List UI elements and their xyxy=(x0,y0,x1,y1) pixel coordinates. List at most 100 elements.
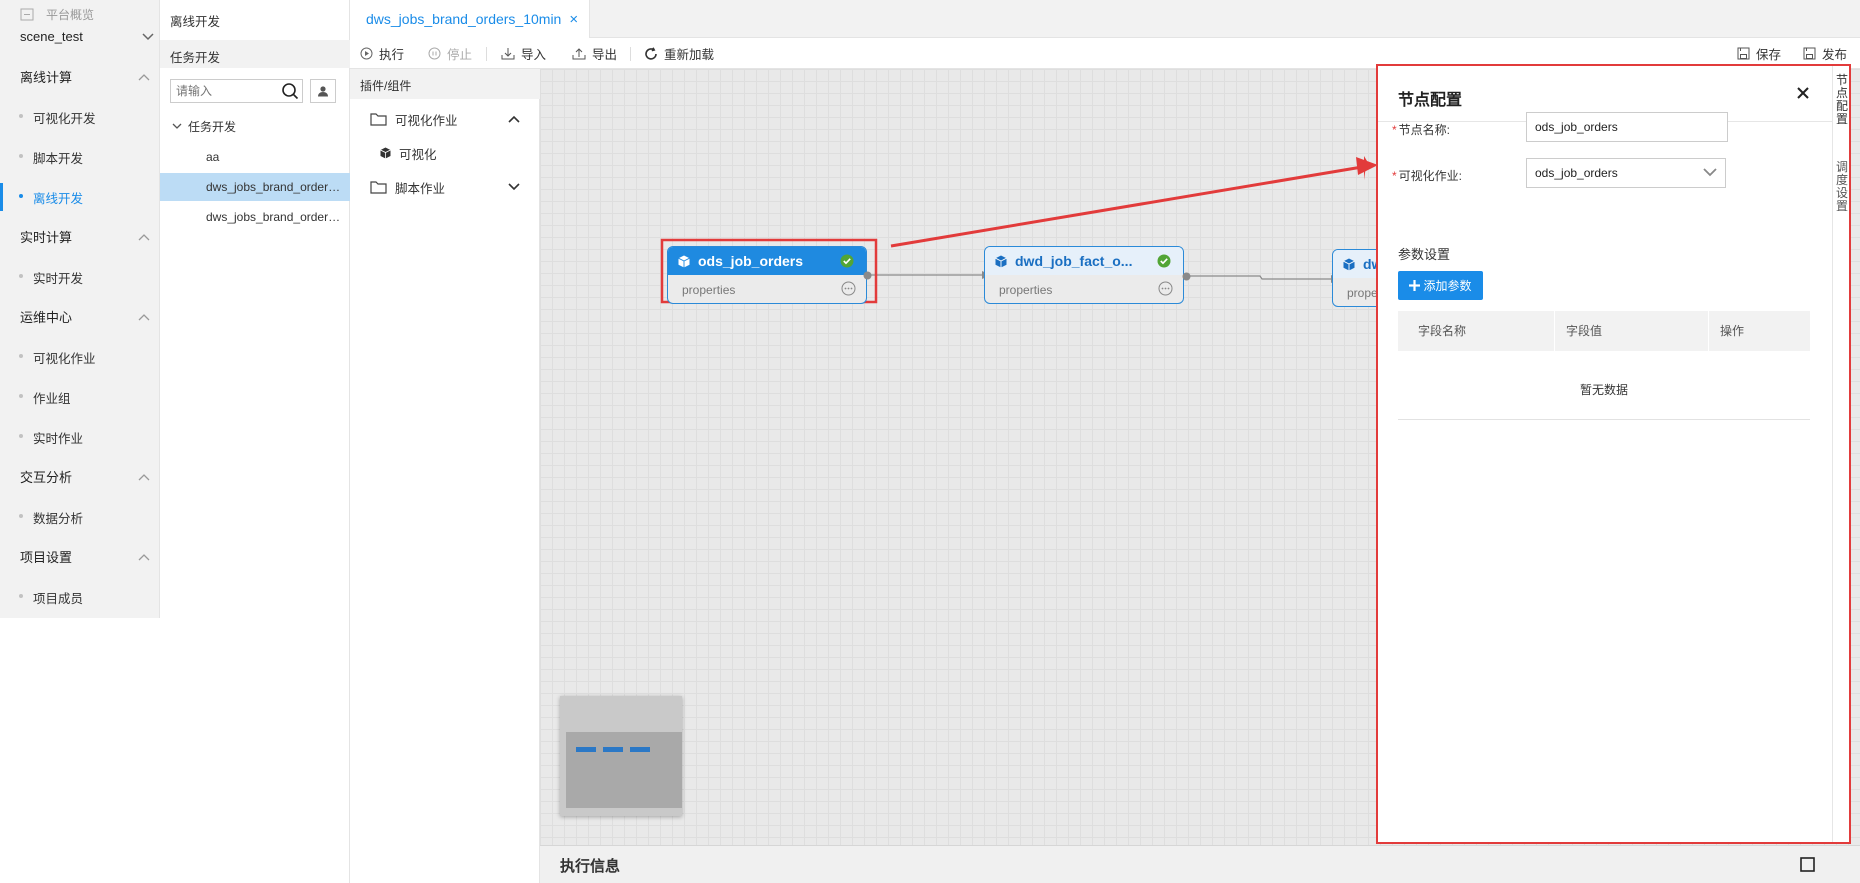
tab-label: dws_jobs_brand_orders_10min xyxy=(366,11,562,27)
left-navigation: 平台概览 scene_test 离线计算 可视化开发 脚本开发 离线开发 实时计… xyxy=(0,0,160,618)
table-bottom-border xyxy=(1398,419,1810,420)
reload-button[interactable]: 重新加载 xyxy=(644,38,714,69)
tree-root-folder[interactable]: 任务开发 xyxy=(160,113,350,141)
execution-info-title: 执行信息 xyxy=(560,858,621,875)
side-tab-schedule[interactable]: 调度设置 xyxy=(1836,161,1850,213)
nav-item-script-dev[interactable]: 脚本开发 xyxy=(19,148,153,167)
platform-overview-link[interactable]: 平台概览 xyxy=(20,6,94,23)
nav-group-ops[interactable]: 运维中心 xyxy=(20,307,150,326)
more-icon[interactable] xyxy=(1158,281,1173,296)
folder-visual-jobs[interactable]: 可视化作业 xyxy=(370,109,530,129)
chevron-down-icon xyxy=(1703,167,1717,177)
export-label: 导出 xyxy=(592,48,618,62)
nav-group-settings[interactable]: 项目设置 xyxy=(20,547,150,566)
node-name-label: * 节点名称: xyxy=(1392,123,1451,137)
user-filter-button[interactable] xyxy=(310,79,336,103)
nav-item-members[interactable]: 项目成员 xyxy=(19,588,153,607)
node-config-panel: 节点配置 *节点名称: *可视化作业: ods_job_orders 参数设置 … xyxy=(1376,64,1851,844)
add-param-button[interactable]: 添加参数 xyxy=(1398,271,1483,300)
maximize-icon[interactable] xyxy=(1800,857,1815,872)
nav-group-label: 交互分析 xyxy=(20,470,73,485)
plus-icon xyxy=(1409,280,1421,291)
nav-group-label: 项目设置 xyxy=(20,550,73,565)
chevron-up-icon xyxy=(138,313,150,321)
nav-group-analysis[interactable]: 交互分析 xyxy=(20,467,150,486)
minimap-node xyxy=(630,747,650,752)
folder-icon xyxy=(370,180,387,194)
editor-tab-bar: dws_jobs_brand_orders_10min × xyxy=(350,0,1860,38)
port-out[interactable] xyxy=(1182,272,1191,281)
active-indicator xyxy=(0,183,3,211)
nav-item-offline-dev[interactable]: 离线开发 xyxy=(19,188,153,207)
cube-icon xyxy=(380,147,391,159)
overview-icon xyxy=(20,8,34,21)
search-icon[interactable] xyxy=(281,82,299,100)
project-selector[interactable]: scene_test xyxy=(20,29,154,44)
minimap[interactable] xyxy=(560,696,682,816)
folder-script-jobs[interactable]: 脚本作业 xyxy=(370,177,530,197)
params-table-header: 字段名称 字段值 操作 xyxy=(1398,311,1810,351)
tree-item-selected[interactable]: dws_jobs_brand_orders_10min xyxy=(160,173,350,201)
node-name-input[interactable] xyxy=(1526,112,1728,142)
search-field xyxy=(170,79,303,103)
visual-job-select[interactable]: ods_job_orders xyxy=(1526,158,1726,188)
chevron-down-icon xyxy=(142,32,154,41)
column-header: 字段名称 xyxy=(1418,324,1467,338)
folder-label: 可视化作业 xyxy=(395,113,458,128)
tab-close-icon[interactable]: × xyxy=(569,11,578,28)
run-button[interactable]: 执行 xyxy=(360,38,404,69)
publish-label: 发布 xyxy=(1822,48,1848,62)
download-icon xyxy=(501,47,515,60)
column-header: 字段值 xyxy=(1566,324,1603,338)
panel-title: 离线开发 xyxy=(170,15,221,29)
node-subtitle: prope xyxy=(1347,286,1378,300)
publish-icon xyxy=(1803,47,1816,60)
nav-group-offline[interactable]: 离线计算 xyxy=(20,67,150,86)
close-icon[interactable] xyxy=(1796,86,1810,100)
export-button[interactable]: 导出 xyxy=(572,38,617,69)
pause-icon xyxy=(428,47,441,60)
node-dwd-job-fact[interactable]: dwd_job_fact_o... properties xyxy=(984,246,1184,304)
toolbar-divider xyxy=(630,47,631,61)
tree-item[interactable]: aa xyxy=(160,143,350,171)
port-out[interactable] xyxy=(863,271,872,280)
overview-label: 平台概览 xyxy=(46,8,95,22)
side-tab-node-config[interactable]: 节点配置 xyxy=(1836,74,1850,126)
nav-group-label: 实时计算 xyxy=(20,230,73,245)
nav-item-job-groups[interactable]: 作业组 xyxy=(19,388,153,407)
params-section-title: 参数设置 xyxy=(1398,247,1451,262)
nav-item-visual-jobs[interactable]: 可视化作业 xyxy=(19,348,153,367)
minimap-node xyxy=(576,747,596,752)
add-param-label: 添加参数 xyxy=(1423,279,1472,293)
execution-info-bar: 执行信息 xyxy=(540,845,1860,883)
reload-label: 重新加载 xyxy=(664,48,715,62)
tree-item[interactable]: dws_jobs_brand_orders_1hour xyxy=(160,203,350,231)
nav-item-visual-dev[interactable]: 可视化开发 xyxy=(19,108,153,127)
nav-item-realtime-jobs[interactable]: 实时作业 xyxy=(19,428,153,447)
chevron-down-icon xyxy=(172,123,182,130)
nav-group-realtime[interactable]: 实时计算 xyxy=(20,227,150,246)
tree-section-header: 任务开发 xyxy=(160,40,363,68)
import-button[interactable]: 导入 xyxy=(501,38,546,69)
import-label: 导入 xyxy=(521,48,547,62)
nav-item-data-analysis[interactable]: 数据分析 xyxy=(19,508,153,527)
node-ods-job-orders[interactable]: ods_job_orders properties xyxy=(667,246,867,304)
cube-icon xyxy=(678,255,690,268)
run-label: 执行 xyxy=(379,48,405,62)
tab-dws-jobs[interactable]: dws_jobs_brand_orders_10min × xyxy=(350,0,590,38)
component-label: 可视化 xyxy=(399,147,437,162)
search-input[interactable] xyxy=(171,80,271,102)
nav-item-realtime-dev[interactable]: 实时开发 xyxy=(19,268,153,287)
more-icon[interactable] xyxy=(841,281,856,296)
config-title: 节点配置 xyxy=(1398,92,1463,109)
toolbar-divider xyxy=(486,47,487,61)
visual-job-value: ods_job_orders xyxy=(1535,166,1618,180)
folder-icon xyxy=(370,112,387,126)
node-subtitle: properties xyxy=(682,283,736,297)
minimap-viewport[interactable] xyxy=(566,732,682,808)
upload-icon xyxy=(572,47,586,60)
column-divider xyxy=(1708,311,1709,351)
stop-button[interactable]: 停止 xyxy=(428,38,472,69)
component-visual[interactable]: 可视化 xyxy=(380,143,540,163)
user-icon xyxy=(317,85,329,97)
